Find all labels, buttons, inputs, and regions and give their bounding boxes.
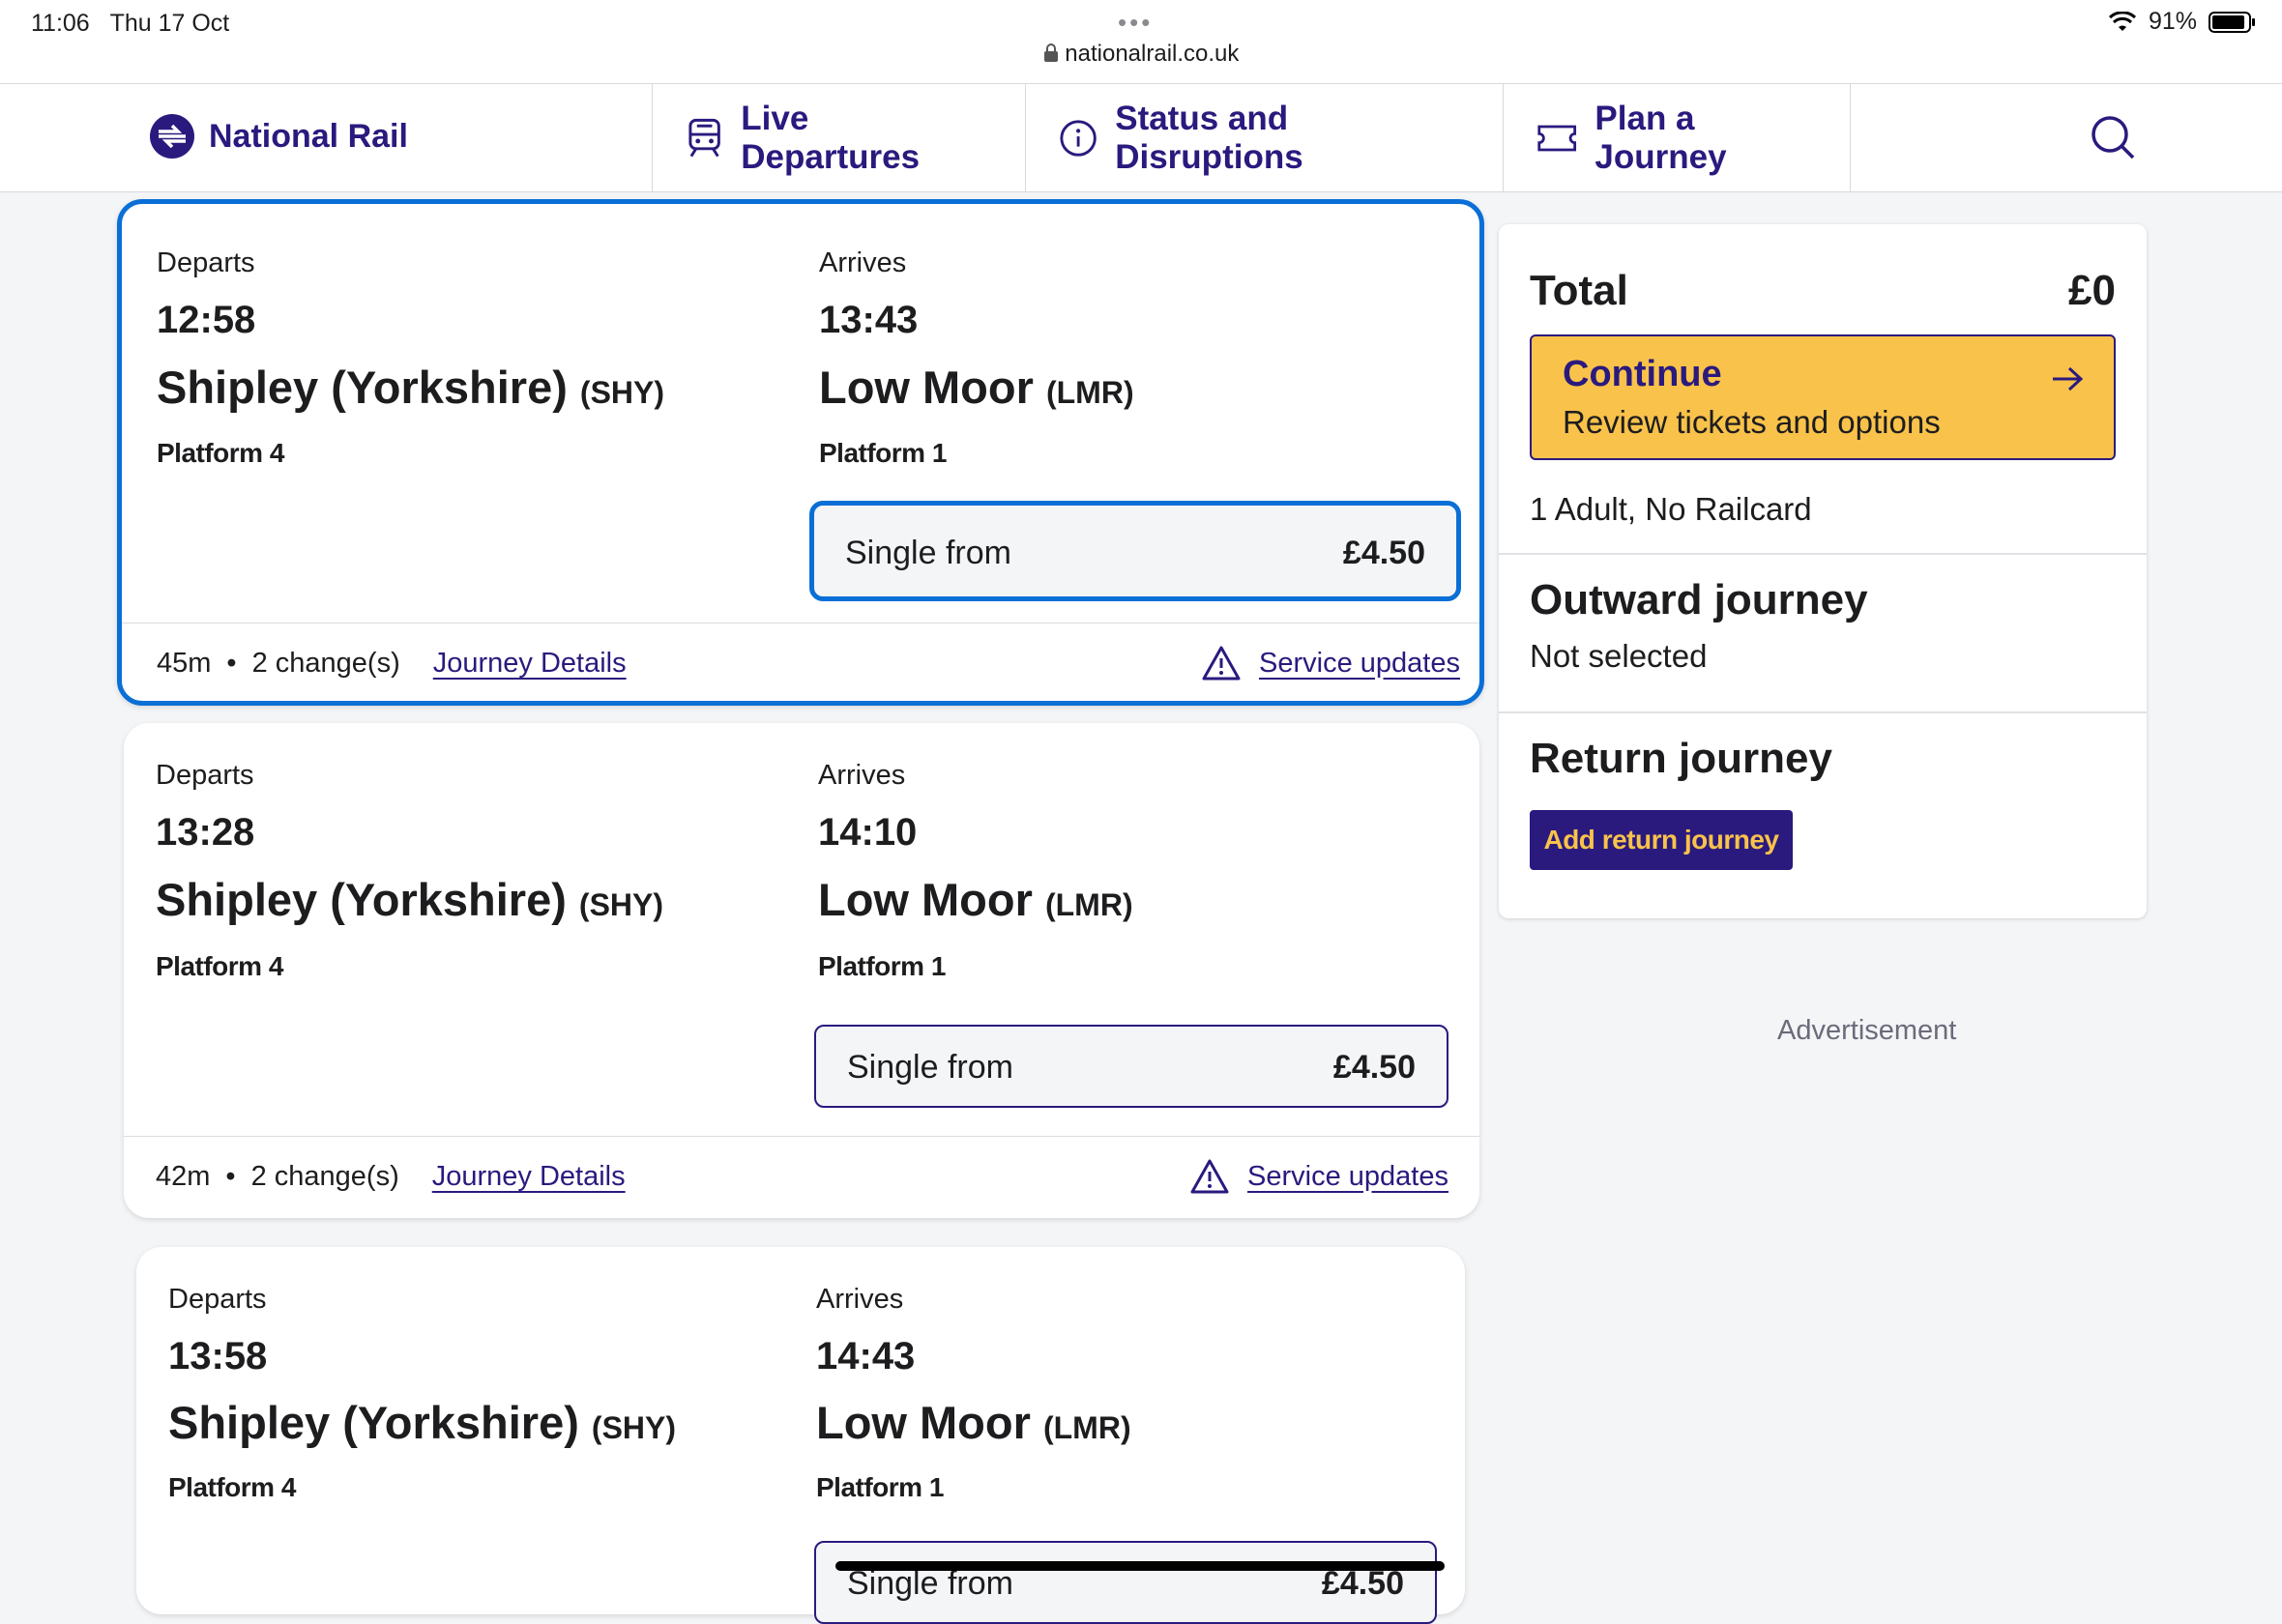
train-icon xyxy=(688,118,720,157)
journey-card[interactable]: Departs 13:28 Shipley (Yorkshire) (SHY) … xyxy=(124,723,1479,1218)
journey-summary-panel: Total £0 Continue Review tickets and opt… xyxy=(1499,224,2147,918)
arrow-right-icon xyxy=(2053,366,2084,392)
arrival-time: 13:43 xyxy=(819,299,919,341)
logo-text: National Rail xyxy=(209,117,408,155)
service-updates[interactable]: Service updates xyxy=(1189,1158,1448,1195)
warning-icon xyxy=(1190,1159,1229,1194)
ticket-icon xyxy=(1537,125,1577,151)
arrival-platform: Platform 1 xyxy=(819,438,947,468)
passenger-summary: 1 Adult, No Railcard xyxy=(1530,491,1812,527)
status-time: 11:06 Thu 17 Oct xyxy=(31,10,230,37)
advertisement-label: Advertisement xyxy=(1777,1015,1957,1046)
arrives-label: Arrives xyxy=(819,247,907,278)
fare-button[interactable]: Single from £4.50 xyxy=(814,1025,1448,1108)
summary-divider xyxy=(1499,711,2147,713)
service-updates-link[interactable]: Service updates xyxy=(1259,648,1460,680)
card-divider xyxy=(122,623,1479,624)
card-divider xyxy=(124,1136,1479,1137)
battery-icon xyxy=(2209,11,2255,33)
arrival-platform: Platform 1 xyxy=(818,951,946,981)
search-icon xyxy=(2092,116,2135,160)
status-indicators: 91% xyxy=(2108,8,2257,36)
nav-plan-journey[interactable]: Plan a Journey xyxy=(1503,84,1851,191)
journey-duration: 45m xyxy=(157,648,212,679)
fare-button[interactable]: Single from £4.50 xyxy=(809,501,1461,601)
service-updates-link[interactable]: Service updates xyxy=(1247,1161,1448,1193)
add-return-journey-button[interactable]: Add return journey xyxy=(1530,810,1793,870)
outward-journey-status: Not selected xyxy=(1530,638,1708,674)
fare-button[interactable]: Single from £4.50 xyxy=(814,1541,1437,1624)
departure-platform: Platform 4 xyxy=(157,438,284,468)
departure-time: 13:58 xyxy=(168,1335,268,1378)
multitask-dots[interactable]: ••• xyxy=(1118,8,1153,38)
continue-button[interactable]: Continue Review tickets and options xyxy=(1530,334,2116,460)
journey-details-link[interactable]: Journey Details xyxy=(433,648,627,680)
national-rail-logo-icon xyxy=(150,114,194,159)
address-bar[interactable]: nationalrail.co.uk xyxy=(0,41,2282,68)
home-indicator[interactable] xyxy=(835,1561,1445,1571)
outward-journey-title: Outward journey xyxy=(1530,576,1868,624)
arrives-label: Arrives xyxy=(816,1284,904,1315)
summary-divider xyxy=(1499,553,2147,555)
url-text: nationalrail.co.uk xyxy=(1065,41,1240,67)
battery-percent: 91% xyxy=(2148,8,2197,35)
return-journey-title: Return journey xyxy=(1530,735,1832,782)
destination-station: Low Moor (LMR) xyxy=(816,1397,1131,1448)
origin-station: Shipley (Yorkshire) (SHY) xyxy=(157,362,665,413)
site-header: National Rail Live Departures Status and… xyxy=(0,84,2282,192)
journey-changes: 2 change(s) xyxy=(250,1161,399,1192)
nav-live-departures-label: Live Departures xyxy=(741,99,921,176)
status-bar: 11:06 Thu 17 Oct ••• nationalrail.co.uk … xyxy=(0,0,2282,84)
continue-subtitle: Review tickets and options xyxy=(1563,404,1941,440)
journey-details-link[interactable]: Journey Details xyxy=(432,1161,626,1193)
journey-card[interactable]: Departs 12:58 Shipley (Yorkshire) (SHY) … xyxy=(117,199,1484,706)
departure-platform: Platform 4 xyxy=(168,1472,296,1502)
nav-live-departures[interactable]: Live Departures xyxy=(652,84,1025,191)
journey-duration: 42m xyxy=(156,1161,211,1192)
service-updates[interactable]: Service updates xyxy=(1201,645,1460,682)
departure-platform: Platform 4 xyxy=(156,951,283,981)
search-button[interactable] xyxy=(2089,113,2139,168)
fare-price: £4.50 xyxy=(1342,535,1425,571)
total-label: Total xyxy=(1530,267,1628,314)
origin-station: Shipley (Yorkshire) (SHY) xyxy=(168,1397,677,1448)
arrival-platform: Platform 1 xyxy=(816,1472,944,1502)
separator-dot: • xyxy=(226,648,237,679)
journey-card[interactable]: Departs 13:58 Shipley (Yorkshire) (SHY) … xyxy=(136,1247,1465,1624)
info-icon xyxy=(1060,119,1097,157)
nav-plan-journey-label: Plan a Journey xyxy=(1594,99,1727,176)
arrival-time: 14:10 xyxy=(818,811,918,854)
warning-icon xyxy=(1202,646,1241,681)
destination-station: Low Moor (LMR) xyxy=(818,874,1133,925)
departure-time: 13:28 xyxy=(156,811,255,854)
arrives-label: Arrives xyxy=(818,760,906,791)
national-rail-logo[interactable]: National Rail xyxy=(149,113,408,160)
departs-label: Departs xyxy=(157,247,255,278)
origin-station: Shipley (Yorkshire) (SHY) xyxy=(156,874,664,925)
departs-label: Departs xyxy=(156,760,254,791)
nav-status-disruptions-label: Status and Disruptions xyxy=(1115,99,1303,176)
departure-time: 12:58 xyxy=(157,299,256,341)
fare-label: Single from xyxy=(847,1049,1013,1086)
nav-status-disruptions[interactable]: Status and Disruptions xyxy=(1025,84,1503,191)
arrival-time: 14:43 xyxy=(816,1335,916,1378)
journey-changes: 2 change(s) xyxy=(251,648,400,679)
fare-label: Single from xyxy=(845,535,1011,571)
fare-price: £4.50 xyxy=(1332,1049,1416,1086)
wifi-icon xyxy=(2108,11,2136,31)
journey-meta: 45m • 2 change(s) Journey Details xyxy=(157,648,627,680)
journey-meta: 42m • 2 change(s) Journey Details xyxy=(156,1161,626,1193)
separator-dot: • xyxy=(225,1161,236,1192)
total-value: £0 xyxy=(2068,267,2116,314)
departs-label: Departs xyxy=(168,1284,267,1315)
continue-title: Continue xyxy=(1563,354,1722,394)
destination-station: Low Moor (LMR) xyxy=(819,362,1134,413)
lock-icon xyxy=(1043,44,1058,62)
